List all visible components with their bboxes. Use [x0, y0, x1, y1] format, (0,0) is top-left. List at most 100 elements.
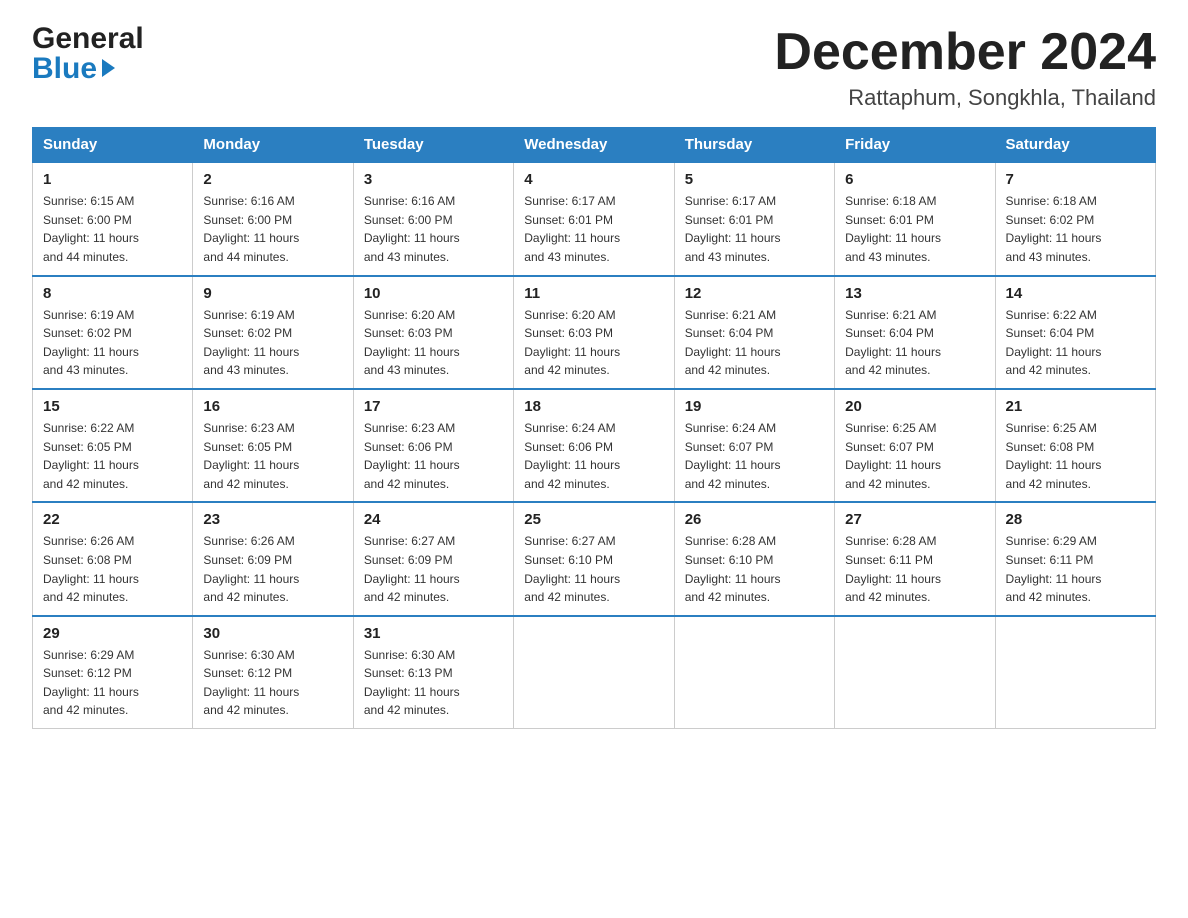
day-info: Sunrise: 6:16 AM Sunset: 6:00 PM Dayligh… — [364, 192, 503, 266]
location-subtitle: Rattaphum, Songkhla, Thailand — [774, 85, 1156, 111]
day-info: Sunrise: 6:16 AM Sunset: 6:00 PM Dayligh… — [203, 192, 342, 266]
day-number: 2 — [203, 171, 342, 188]
day-number: 4 — [524, 171, 663, 188]
week-row-1: 1 Sunrise: 6:15 AM Sunset: 6:00 PM Dayli… — [33, 162, 1156, 275]
table-row: 21 Sunrise: 6:25 AM Sunset: 6:08 PM Dayl… — [995, 389, 1155, 502]
day-number: 18 — [524, 398, 663, 415]
table-row: 20 Sunrise: 6:25 AM Sunset: 6:07 PM Dayl… — [835, 389, 995, 502]
table-row: 10 Sunrise: 6:20 AM Sunset: 6:03 PM Dayl… — [353, 276, 513, 389]
day-info: Sunrise: 6:28 AM Sunset: 6:11 PM Dayligh… — [845, 532, 984, 606]
table-row — [835, 616, 995, 729]
day-info: Sunrise: 6:15 AM Sunset: 6:00 PM Dayligh… — [43, 192, 182, 266]
table-row — [674, 616, 834, 729]
day-number: 8 — [43, 285, 182, 302]
day-number: 14 — [1006, 285, 1145, 302]
table-row: 15 Sunrise: 6:22 AM Sunset: 6:05 PM Dayl… — [33, 389, 193, 502]
table-row: 22 Sunrise: 6:26 AM Sunset: 6:08 PM Dayl… — [33, 502, 193, 615]
day-number: 21 — [1006, 398, 1145, 415]
table-row: 4 Sunrise: 6:17 AM Sunset: 6:01 PM Dayli… — [514, 162, 674, 275]
table-row: 30 Sunrise: 6:30 AM Sunset: 6:12 PM Dayl… — [193, 616, 353, 729]
logo-blue: Blue — [32, 54, 144, 84]
table-row: 8 Sunrise: 6:19 AM Sunset: 6:02 PM Dayli… — [33, 276, 193, 389]
day-info: Sunrise: 6:25 AM Sunset: 6:07 PM Dayligh… — [845, 419, 984, 493]
table-row: 23 Sunrise: 6:26 AM Sunset: 6:09 PM Dayl… — [193, 502, 353, 615]
day-number: 25 — [524, 511, 663, 528]
day-info: Sunrise: 6:27 AM Sunset: 6:09 PM Dayligh… — [364, 532, 503, 606]
day-number: 23 — [203, 511, 342, 528]
day-info: Sunrise: 6:24 AM Sunset: 6:07 PM Dayligh… — [685, 419, 824, 493]
table-row: 31 Sunrise: 6:30 AM Sunset: 6:13 PM Dayl… — [353, 616, 513, 729]
table-row: 1 Sunrise: 6:15 AM Sunset: 6:00 PM Dayli… — [33, 162, 193, 275]
table-row — [995, 616, 1155, 729]
table-row: 5 Sunrise: 6:17 AM Sunset: 6:01 PM Dayli… — [674, 162, 834, 275]
header-friday: Friday — [835, 128, 995, 163]
day-number: 15 — [43, 398, 182, 415]
day-info: Sunrise: 6:28 AM Sunset: 6:10 PM Dayligh… — [685, 532, 824, 606]
table-row: 26 Sunrise: 6:28 AM Sunset: 6:10 PM Dayl… — [674, 502, 834, 615]
table-row: 16 Sunrise: 6:23 AM Sunset: 6:05 PM Dayl… — [193, 389, 353, 502]
day-number: 9 — [203, 285, 342, 302]
table-row: 2 Sunrise: 6:16 AM Sunset: 6:00 PM Dayli… — [193, 162, 353, 275]
day-number: 1 — [43, 171, 182, 188]
day-info: Sunrise: 6:24 AM Sunset: 6:06 PM Dayligh… — [524, 419, 663, 493]
table-row: 29 Sunrise: 6:29 AM Sunset: 6:12 PM Dayl… — [33, 616, 193, 729]
day-info: Sunrise: 6:29 AM Sunset: 6:11 PM Dayligh… — [1006, 532, 1145, 606]
day-info: Sunrise: 6:21 AM Sunset: 6:04 PM Dayligh… — [685, 306, 824, 380]
title-area: December 2024 Rattaphum, Songkhla, Thail… — [774, 24, 1156, 111]
table-row: 11 Sunrise: 6:20 AM Sunset: 6:03 PM Dayl… — [514, 276, 674, 389]
table-row: 24 Sunrise: 6:27 AM Sunset: 6:09 PM Dayl… — [353, 502, 513, 615]
day-number: 30 — [203, 625, 342, 642]
logo: General Blue — [32, 24, 144, 84]
logo-arrow-icon — [102, 59, 115, 77]
table-row: 27 Sunrise: 6:28 AM Sunset: 6:11 PM Dayl… — [835, 502, 995, 615]
day-info: Sunrise: 6:22 AM Sunset: 6:05 PM Dayligh… — [43, 419, 182, 493]
day-info: Sunrise: 6:30 AM Sunset: 6:12 PM Dayligh… — [203, 646, 342, 720]
day-info: Sunrise: 6:30 AM Sunset: 6:13 PM Dayligh… — [364, 646, 503, 720]
week-row-5: 29 Sunrise: 6:29 AM Sunset: 6:12 PM Dayl… — [33, 616, 1156, 729]
table-row: 6 Sunrise: 6:18 AM Sunset: 6:01 PM Dayli… — [835, 162, 995, 275]
day-number: 12 — [685, 285, 824, 302]
day-info: Sunrise: 6:17 AM Sunset: 6:01 PM Dayligh… — [685, 192, 824, 266]
day-info: Sunrise: 6:20 AM Sunset: 6:03 PM Dayligh… — [524, 306, 663, 380]
day-info: Sunrise: 6:20 AM Sunset: 6:03 PM Dayligh… — [364, 306, 503, 380]
day-number: 3 — [364, 171, 503, 188]
day-info: Sunrise: 6:19 AM Sunset: 6:02 PM Dayligh… — [203, 306, 342, 380]
day-number: 6 — [845, 171, 984, 188]
day-number: 11 — [524, 285, 663, 302]
header-monday: Monday — [193, 128, 353, 163]
table-row: 14 Sunrise: 6:22 AM Sunset: 6:04 PM Dayl… — [995, 276, 1155, 389]
day-number: 29 — [43, 625, 182, 642]
day-number: 20 — [845, 398, 984, 415]
day-number: 13 — [845, 285, 984, 302]
day-number: 17 — [364, 398, 503, 415]
day-number: 22 — [43, 511, 182, 528]
day-number: 27 — [845, 511, 984, 528]
day-number: 24 — [364, 511, 503, 528]
day-number: 19 — [685, 398, 824, 415]
logo-general: General — [32, 24, 144, 54]
week-row-3: 15 Sunrise: 6:22 AM Sunset: 6:05 PM Dayl… — [33, 389, 1156, 502]
day-info: Sunrise: 6:25 AM Sunset: 6:08 PM Dayligh… — [1006, 419, 1145, 493]
header-saturday: Saturday — [995, 128, 1155, 163]
header-tuesday: Tuesday — [353, 128, 513, 163]
page-header: General Blue December 2024 Rattaphum, So… — [32, 24, 1156, 111]
day-number: 26 — [685, 511, 824, 528]
month-title: December 2024 — [774, 24, 1156, 81]
day-number: 10 — [364, 285, 503, 302]
table-row: 9 Sunrise: 6:19 AM Sunset: 6:02 PM Dayli… — [193, 276, 353, 389]
table-row: 17 Sunrise: 6:23 AM Sunset: 6:06 PM Dayl… — [353, 389, 513, 502]
header-sunday: Sunday — [33, 128, 193, 163]
day-info: Sunrise: 6:23 AM Sunset: 6:05 PM Dayligh… — [203, 419, 342, 493]
table-row: 28 Sunrise: 6:29 AM Sunset: 6:11 PM Dayl… — [995, 502, 1155, 615]
day-info: Sunrise: 6:21 AM Sunset: 6:04 PM Dayligh… — [845, 306, 984, 380]
table-row: 7 Sunrise: 6:18 AM Sunset: 6:02 PM Dayli… — [995, 162, 1155, 275]
day-info: Sunrise: 6:22 AM Sunset: 6:04 PM Dayligh… — [1006, 306, 1145, 380]
week-row-4: 22 Sunrise: 6:26 AM Sunset: 6:08 PM Dayl… — [33, 502, 1156, 615]
day-number: 28 — [1006, 511, 1145, 528]
day-number: 16 — [203, 398, 342, 415]
calendar-table: SundayMondayTuesdayWednesdayThursdayFrid… — [32, 127, 1156, 729]
day-info: Sunrise: 6:29 AM Sunset: 6:12 PM Dayligh… — [43, 646, 182, 720]
table-row: 12 Sunrise: 6:21 AM Sunset: 6:04 PM Dayl… — [674, 276, 834, 389]
day-info: Sunrise: 6:26 AM Sunset: 6:08 PM Dayligh… — [43, 532, 182, 606]
day-number: 31 — [364, 625, 503, 642]
